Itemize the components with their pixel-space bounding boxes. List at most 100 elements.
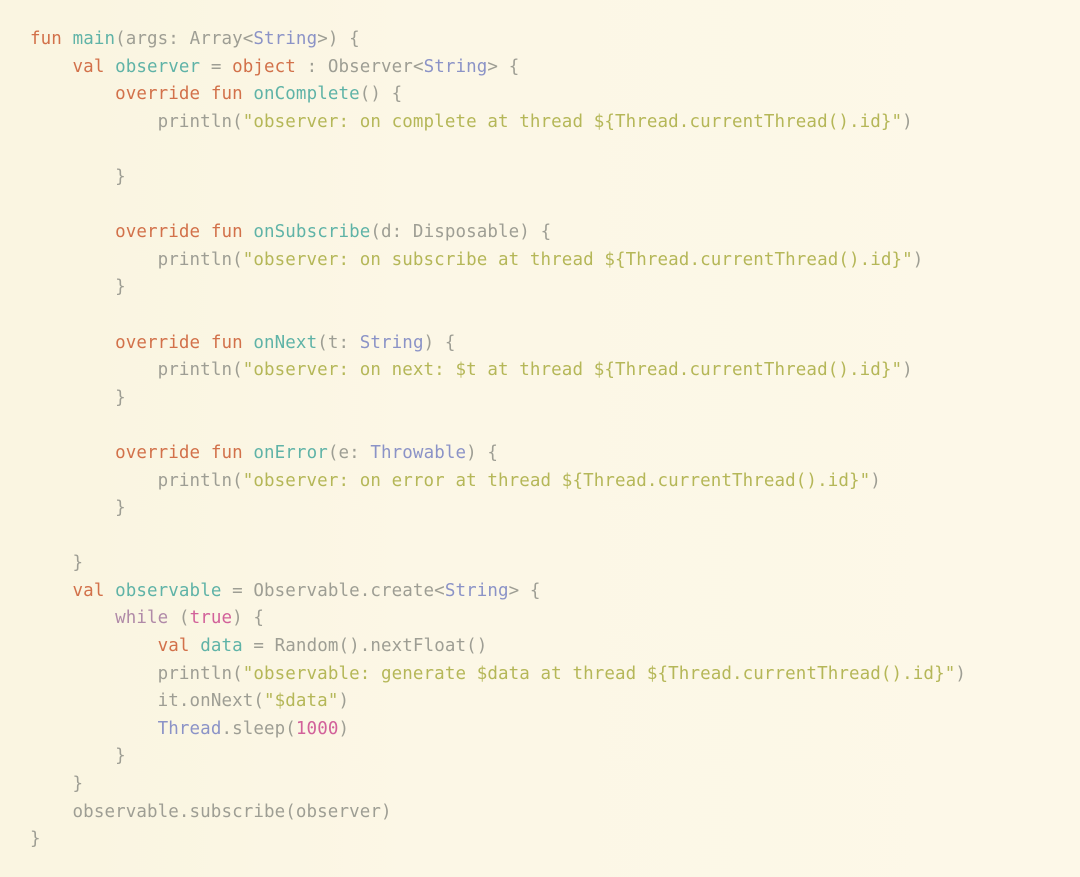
code-token-plain: } <box>30 277 126 298</box>
code-token-plain: ) <box>912 249 924 270</box>
code-token-kw: override <box>115 84 201 105</box>
code-line: println("observer: on complete at thread… <box>0 109 1080 137</box>
code-token-plain: < <box>242 29 254 49</box>
code-token-kw: override <box>115 442 201 463</box>
code-token-plain: it.onNext( <box>157 691 264 712</box>
code-line: } <box>0 826 1080 854</box>
code-token-plain: ) <box>902 360 913 381</box>
code-token-plain: > { <box>487 56 520 77</box>
code-line: } <box>0 164 1080 192</box>
code-line: } <box>0 274 1080 302</box>
code-token-plain: = <box>200 56 233 77</box>
code-token-plain: println <box>157 360 233 381</box>
code-token-kw: override <box>115 222 201 243</box>
code-line: it.onNext("$data") <box>0 688 1080 716</box>
code-token-plain: println <box>157 663 233 684</box>
code-token-type: String <box>423 56 488 77</box>
code-token-plain: ( <box>232 470 243 491</box>
code-line: } <box>0 743 1080 771</box>
kotlin-code-block[interactable]: fun main(args: Array<String>) { val obse… <box>0 26 1080 854</box>
code-token-plain: println <box>157 249 233 270</box>
code-token-plain: println <box>157 111 233 132</box>
code-line: while (true) { <box>0 605 1080 633</box>
code-token-str: "observer: on error at thread ${Thread.c… <box>242 470 871 491</box>
code-line: override fun onComplete() { <box>0 81 1080 109</box>
code-token-str: "observer: on complete at thread ${Threa… <box>242 111 903 132</box>
code-token-type: Throwable <box>370 442 467 463</box>
code-token-plain: ) <box>870 470 881 491</box>
code-token-plain: ) <box>902 111 913 132</box>
code-token-plain: } <box>30 746 126 767</box>
code-token-ctrl: while <box>115 608 169 629</box>
code-token-type: String <box>253 29 318 49</box>
code-line: fun main(args: Array<String>) { <box>0 26 1080 54</box>
code-token-kw: val <box>72 580 105 601</box>
code-line: Thread.sleep(1000) <box>0 716 1080 744</box>
code-token-plain: > { <box>508 580 541 601</box>
code-token-fn: onError <box>253 442 328 463</box>
code-token-fn: observer <box>115 56 201 77</box>
code-line: val observable = Observable.create<Strin… <box>0 578 1080 606</box>
code-token-num: true <box>189 608 233 629</box>
code-line: println("observable: generate $data at t… <box>0 661 1080 689</box>
code-token-plain: (e: <box>327 442 371 463</box>
code-token-fn: onComplete <box>253 84 360 105</box>
code-line: override fun onSubscribe(d: Disposable) … <box>0 219 1080 247</box>
code-token-plain: } <box>30 498 126 519</box>
code-token-kw: fun <box>210 84 243 105</box>
code-token-fn: onSubscribe <box>253 222 371 243</box>
code-token-plain: } <box>30 387 126 408</box>
code-token-plain: observable.subscribe(observer) <box>30 801 392 822</box>
code-token-plain: ) { <box>232 608 265 629</box>
code-line: } <box>0 385 1080 413</box>
code-token-plain: (d: Disposable) { <box>370 222 552 243</box>
code-snippet-surface: fun main(args: Array<String>) { val obse… <box>0 0 1080 877</box>
code-token-kw: override <box>115 332 201 353</box>
code-token-plain: ) <box>338 691 350 712</box>
code-token-plain: ( <box>232 360 243 381</box>
code-token-kw: fun <box>210 332 243 353</box>
code-token-kw: fun <box>210 442 243 463</box>
code-token-plain: println <box>157 470 233 491</box>
code-token-plain: ) <box>338 718 350 739</box>
code-token-type: String <box>444 580 509 601</box>
code-token-plain: () { <box>359 84 403 105</box>
code-token-plain: >) { <box>317 29 360 49</box>
code-token-plain: } <box>30 774 84 795</box>
code-token-plain: .sleep( <box>221 718 296 739</box>
code-line: val observer = object : Observer<String>… <box>0 54 1080 82</box>
code-line: } <box>0 771 1080 799</box>
code-line: println("observer: on next: $t at thread… <box>0 357 1080 385</box>
code-line: println("observer: on error at thread ${… <box>0 468 1080 496</box>
code-token-fn: data <box>200 636 243 657</box>
code-line: println("observer: on subscribe at threa… <box>0 247 1080 275</box>
code-token-plain: ) { <box>466 442 499 463</box>
code-token-plain: Array <box>189 29 243 49</box>
code-line: override fun onNext(t: String) { <box>0 330 1080 358</box>
code-token-type: Thread <box>157 718 222 739</box>
code-token-plain: ( <box>232 111 243 132</box>
